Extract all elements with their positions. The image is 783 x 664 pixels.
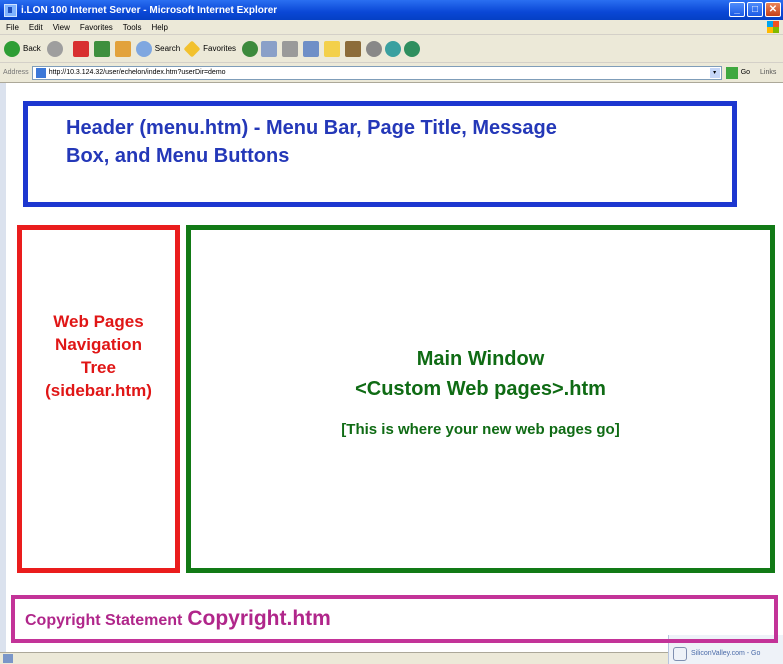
menu-tools[interactable]: Tools [123, 23, 142, 32]
menu-favorites[interactable]: Favorites [80, 23, 113, 32]
back-arrow-icon[interactable] [4, 40, 20, 57]
close-button[interactable]: ✕ [765, 2, 781, 17]
history-icon[interactable] [242, 40, 259, 57]
print-icon[interactable] [282, 40, 299, 57]
window-title-bar: i.LON 100 Internet Server - Microsoft In… [0, 0, 783, 20]
sidebar-line-1: Web Pages [53, 312, 144, 331]
sidebar-frame-box: Web Pages Navigation Tree (sidebar.htm) [17, 225, 180, 573]
sidebar-frame-label: Web Pages Navigation Tree (sidebar.htm) [22, 310, 175, 402]
copyright-statement-label: Copyright Statement [25, 612, 183, 629]
header-frame-box: Header (menu.htm) - Menu Bar, Page Title… [23, 101, 737, 207]
go-arrow-icon [725, 66, 738, 79]
minimize-button[interactable]: _ [729, 2, 745, 17]
copyright-file-label: Copyright.htm [187, 607, 331, 630]
header-frame-label: Header (menu.htm) - Menu Bar, Page Title… [66, 114, 726, 170]
menu-file[interactable]: File [6, 23, 19, 32]
favorites-star-icon[interactable] [183, 40, 201, 57]
refresh-icon[interactable] [93, 40, 110, 57]
maximize-button[interactable]: □ [747, 2, 763, 17]
thumbnail-label: SiliconValley.com - Go [691, 650, 761, 657]
messenger-icon[interactable] [366, 40, 383, 57]
window-title: i.LON 100 Internet Server - Microsoft In… [21, 4, 278, 16]
address-label: Address [3, 69, 29, 76]
menu-view[interactable]: View [53, 23, 70, 32]
main-title-line-2: <Custom Web pages>.htm [355, 378, 606, 400]
address-url[interactable]: http://10.3.124.32/user/echelon/index.ht… [49, 69, 226, 76]
menu-help[interactable]: Help [151, 23, 167, 32]
back-button-label[interactable]: Back [23, 44, 41, 53]
page-icon [35, 67, 46, 78]
menu-bar: File Edit View Favorites Tools Help [0, 20, 783, 35]
home-icon[interactable] [114, 40, 131, 57]
header-line-2: Box, and Menu Buttons [66, 145, 290, 167]
toolbar: Back Search Favorites [0, 35, 783, 63]
sidebar-line-4: (sidebar.htm) [45, 381, 152, 400]
status-page-icon [3, 654, 13, 663]
page-content: Header (menu.htm) - Menu Bar, Page Title… [0, 83, 783, 664]
links-label[interactable]: Links [760, 69, 776, 76]
internet-explorer-icon [4, 3, 17, 17]
browser-window-icon [673, 647, 687, 661]
main-window-subtitle: [This is where your new web pages go] [341, 421, 620, 438]
search-button-label[interactable]: Search [155, 44, 180, 53]
copyright-frame-box: Copyright Statement Copyright.htm [11, 595, 778, 643]
folder-icon[interactable] [324, 40, 341, 57]
network-icon[interactable] [404, 40, 421, 57]
favorites-button-label[interactable]: Favorites [203, 44, 236, 53]
users-icon[interactable] [385, 40, 402, 57]
go-label: Go [740, 69, 751, 76]
edit-icon[interactable] [303, 40, 320, 57]
sidebar-line-2: Navigation [55, 335, 142, 354]
header-line-1: Header (menu.htm) - Menu Bar, Page Title… [66, 117, 557, 139]
search-icon[interactable] [135, 40, 152, 57]
copyright-frame-label: Copyright Statement Copyright.htm [25, 607, 331, 631]
page-left-edge [0, 83, 6, 653]
window-controls: _ □ ✕ [729, 2, 781, 17]
mail-icon[interactable] [261, 40, 278, 57]
research-icon[interactable] [345, 40, 362, 57]
forward-arrow-icon[interactable] [46, 40, 63, 57]
go-button[interactable]: Go [725, 66, 751, 79]
status-bar [0, 652, 783, 664]
main-window-title: Main Window <Custom Web pages>.htm [191, 344, 770, 404]
address-input[interactable]: http://10.3.124.32/user/echelon/index.ht… [31, 65, 722, 80]
sidebar-line-3: Tree [81, 358, 116, 377]
windows-logo-icon [767, 21, 779, 33]
stop-icon[interactable] [72, 40, 89, 57]
main-window-frame-box: Main Window <Custom Web pages>.htm [This… [186, 225, 775, 573]
main-title-line-1: Main Window [416, 348, 545, 370]
menu-edit[interactable]: Edit [29, 23, 43, 32]
address-bar: Address http://10.3.124.32/user/echelon/… [0, 63, 783, 83]
address-dropdown-icon[interactable]: ▾ [709, 67, 720, 78]
